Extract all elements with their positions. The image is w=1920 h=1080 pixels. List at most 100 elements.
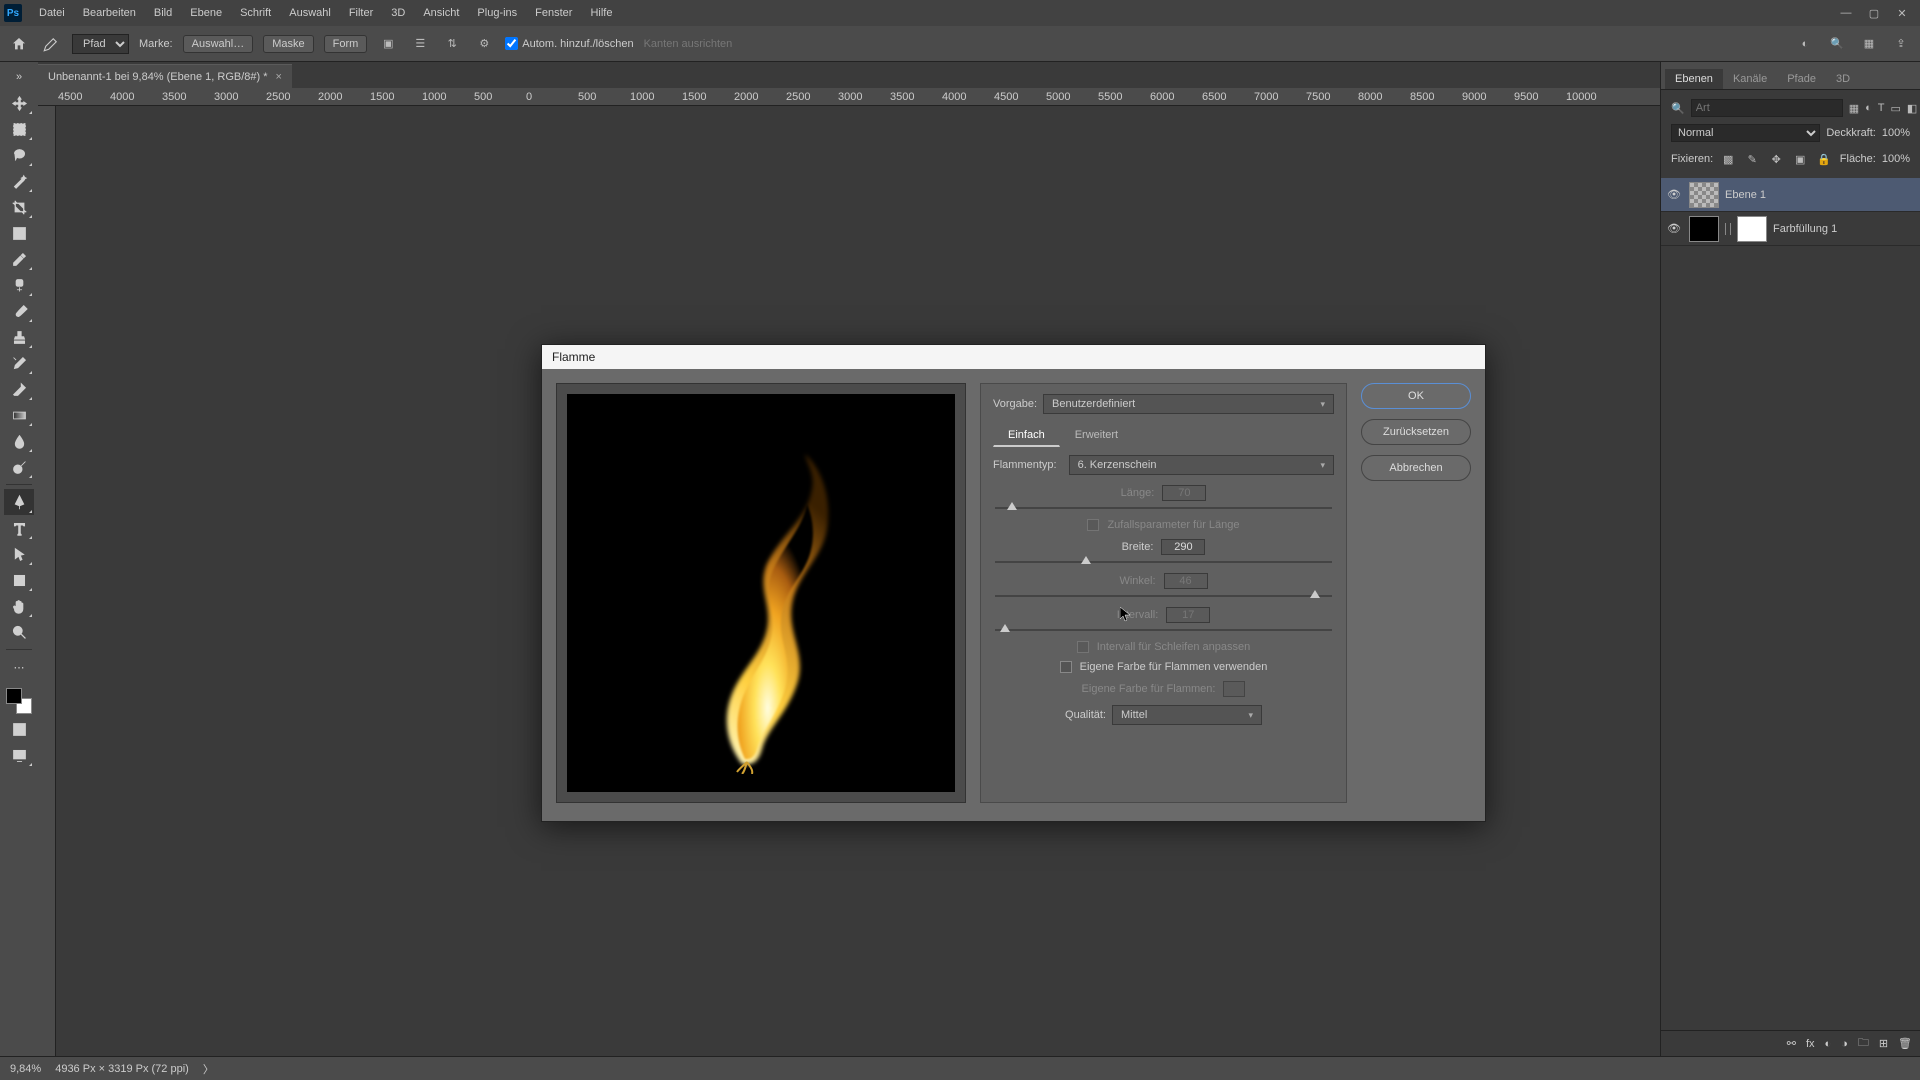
tab-erweitert[interactable]: Erweitert — [1060, 424, 1133, 447]
width-value[interactable] — [1161, 539, 1205, 555]
eyedropper-tool[interactable] — [4, 246, 34, 272]
document-tab[interactable]: Unbenannt-1 bei 9,84% (Ebene 1, RGB/8#) … — [38, 64, 292, 88]
path-mode-select[interactable]: Pfad — [72, 34, 129, 54]
menu-schrift[interactable]: Schrift — [231, 3, 280, 23]
heal-tool[interactable] — [4, 272, 34, 298]
menu-hilfe[interactable]: Hilfe — [581, 3, 621, 23]
menu-fenster[interactable]: Fenster — [526, 3, 581, 23]
quality-combo[interactable]: Mittel — [1112, 705, 1262, 725]
layer-row[interactable]: 👁 Farbfüllung 1 — [1661, 212, 1920, 246]
selection-button[interactable]: Auswahl… — [183, 35, 254, 53]
gear-icon[interactable]: ⚙ — [473, 33, 495, 55]
layer-row[interactable]: 👁 Ebene 1 — [1661, 178, 1920, 212]
path-ops-icon[interactable]: ▣ — [377, 33, 399, 55]
tab-3d[interactable]: 3D — [1826, 69, 1860, 89]
edit-toolbar-icon[interactable]: ⋯ — [4, 654, 34, 680]
chevron-right-icon[interactable]: 〉 — [203, 1061, 214, 1077]
move-tool[interactable] — [4, 90, 34, 116]
frame-tool[interactable] — [4, 220, 34, 246]
new-layer-icon[interactable]: ⊞ — [1879, 1037, 1888, 1050]
type-combo[interactable]: 6. Kerzenschein — [1069, 455, 1334, 475]
arrange-icon[interactable]: ⇅ — [441, 33, 463, 55]
lock-artboard-icon[interactable]: ▣ — [1791, 150, 1809, 168]
mask-button[interactable]: Maske — [263, 35, 313, 53]
menu-bild[interactable]: Bild — [145, 3, 181, 23]
filter-image-icon[interactable]: ▦ — [1849, 99, 1859, 117]
lock-brush-icon[interactable]: ✎ — [1743, 150, 1761, 168]
filter-shape-icon[interactable]: ▭ — [1891, 99, 1901, 117]
menu-ebene[interactable]: Ebene — [181, 3, 231, 23]
marquee-tool[interactable] — [4, 116, 34, 142]
search-icon[interactable]: 🔍 — [1826, 33, 1848, 55]
tab-ebenen[interactable]: Ebenen — [1665, 69, 1723, 89]
hand-tool[interactable] — [4, 593, 34, 619]
lasso-tool[interactable] — [4, 142, 34, 168]
align-icon[interactable]: ☰ — [409, 33, 431, 55]
share-icon[interactable]: ⇪ — [1890, 33, 1912, 55]
close-tab-icon[interactable]: × — [276, 71, 282, 83]
ok-button[interactable]: OK — [1361, 383, 1471, 409]
history-brush-tool[interactable] — [4, 350, 34, 376]
expand-icon[interactable]: » — [4, 64, 34, 90]
menu-ansicht[interactable]: Ansicht — [414, 3, 468, 23]
quickmask-tool[interactable] — [4, 716, 34, 742]
visibility-icon[interactable]: 👁 — [1665, 220, 1683, 238]
screenmode-tool[interactable] — [4, 742, 34, 768]
tab-kanaele[interactable]: Kanäle — [1723, 69, 1777, 89]
group-icon[interactable]: 🗀 — [1858, 1034, 1869, 1053]
layer-name[interactable]: Farbfüllung 1 — [1773, 223, 1837, 235]
mask-icon[interactable]: ◐ — [1825, 1038, 1832, 1050]
layer-search-input[interactable] — [1691, 99, 1843, 117]
dodge-tool[interactable] — [4, 454, 34, 480]
cancel-button[interactable]: Abbrechen — [1361, 455, 1471, 481]
trash-icon[interactable]: 🗑 — [1898, 1037, 1912, 1050]
workspace-icon[interactable]: ▦ — [1858, 33, 1880, 55]
tab-pfade[interactable]: Pfade — [1777, 69, 1826, 89]
shape-tool[interactable] — [4, 567, 34, 593]
wand-tool[interactable] — [4, 168, 34, 194]
preset-combo[interactable]: Benutzerdefiniert — [1043, 394, 1334, 414]
lock-move-icon[interactable]: ✥ — [1767, 150, 1785, 168]
path-select-tool[interactable] — [4, 541, 34, 567]
layer-name[interactable]: Ebene 1 — [1725, 189, 1766, 201]
crop-tool[interactable] — [4, 194, 34, 220]
adjustment-icon[interactable]: ◑ — [1841, 1038, 1848, 1050]
fill-value[interactable]: 100% — [1882, 153, 1910, 165]
visibility-icon[interactable]: 👁 — [1665, 186, 1683, 204]
menu-3d[interactable]: 3D — [382, 3, 414, 23]
width-slider[interactable] — [995, 561, 1332, 563]
doc-info[interactable]: 4936 Px × 3319 Px (72 ppi) — [55, 1063, 189, 1075]
tab-einfach[interactable]: Einfach — [993, 424, 1060, 447]
type-tool[interactable] — [4, 515, 34, 541]
home-icon[interactable] — [8, 33, 30, 55]
menu-plugins[interactable]: Plug-ins — [468, 3, 526, 23]
menu-auswahl[interactable]: Auswahl — [280, 3, 340, 23]
window-minimize[interactable]: — — [1832, 3, 1860, 23]
blur-tool[interactable] — [4, 428, 34, 454]
filter-adjust-icon[interactable]: ◐ — [1865, 99, 1872, 117]
canvas[interactable]: Flamme — [56, 106, 1660, 1056]
menu-bearbeiten[interactable]: Bearbeiten — [74, 3, 145, 23]
form-button[interactable]: Form — [324, 35, 368, 53]
custom-color-checkbox[interactable] — [1060, 661, 1072, 673]
menu-datei[interactable]: Datei — [30, 3, 74, 23]
eraser-tool[interactable] — [4, 376, 34, 402]
filter-smart-icon[interactable]: ◧ — [1907, 99, 1917, 117]
fx-icon[interactable]: fx — [1806, 1038, 1815, 1050]
window-close[interactable]: ✕ — [1888, 3, 1916, 23]
color-swatches[interactable] — [4, 686, 34, 716]
lock-pixels-icon[interactable]: ▩ — [1719, 150, 1737, 168]
gradient-tool[interactable] — [4, 402, 34, 428]
zoom-level[interactable]: 9,84% — [10, 1063, 41, 1075]
stamp-tool[interactable] — [4, 324, 34, 350]
blend-mode-select[interactable]: Normal — [1671, 124, 1820, 142]
menu-filter[interactable]: Filter — [340, 3, 382, 23]
brush-tool[interactable] — [4, 298, 34, 324]
opacity-value[interactable]: 100% — [1882, 127, 1910, 139]
window-maximize[interactable]: ▢ — [1860, 3, 1888, 23]
lock-all-icon[interactable]: 🔒 — [1815, 150, 1833, 168]
link-layers-icon[interactable]: ⚯ — [1787, 1037, 1796, 1050]
pen-tool-icon[interactable] — [40, 33, 62, 55]
filter-type-icon[interactable]: T — [1878, 99, 1885, 117]
zoom-tool[interactable] — [4, 619, 34, 645]
